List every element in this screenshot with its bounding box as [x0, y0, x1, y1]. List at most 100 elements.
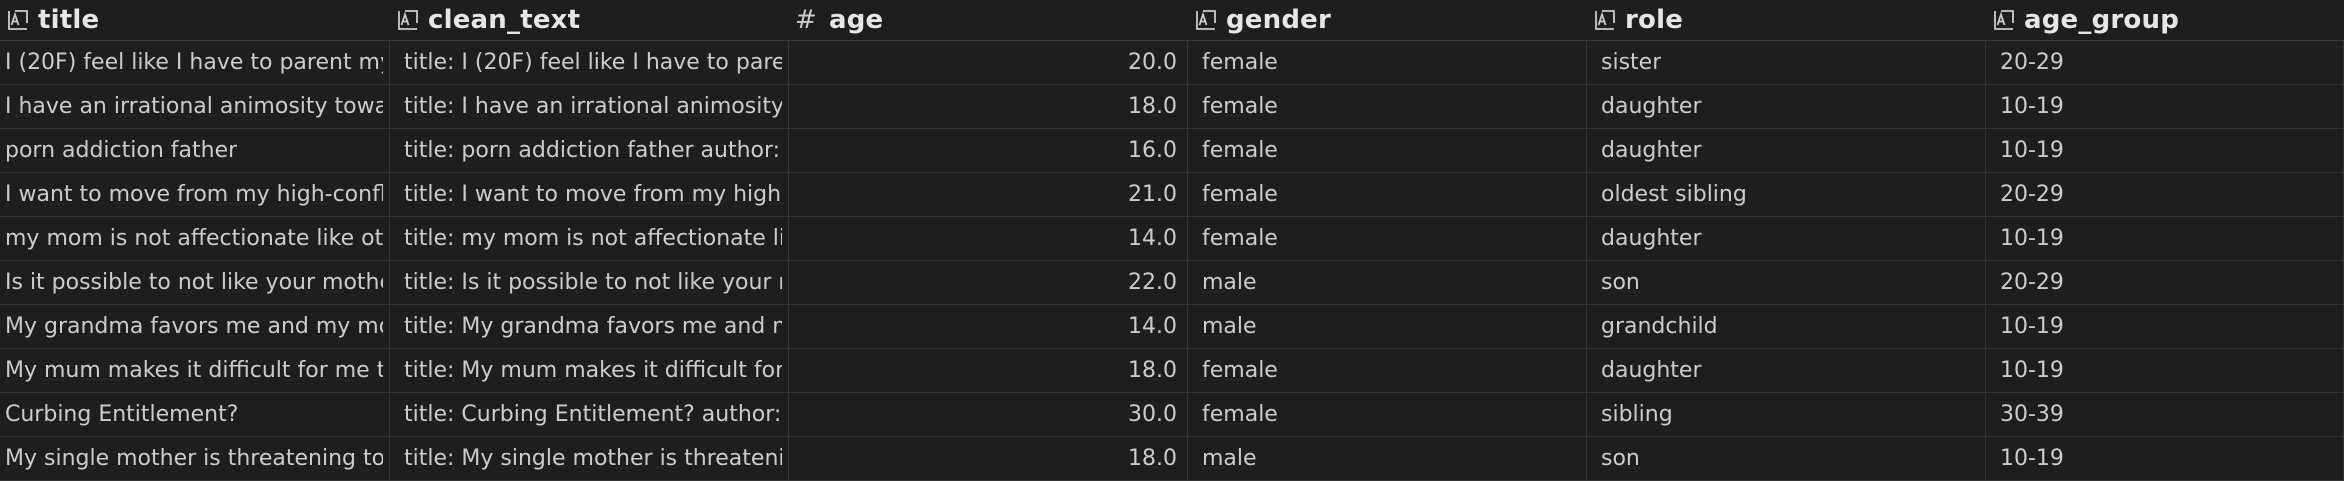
cell-title[interactable]: I (20F) feel like I have to parent my li [0, 41, 390, 85]
cell-value: daughter [1601, 358, 1702, 383]
cell-gender[interactable]: male [1188, 437, 1587, 481]
column-header-age[interactable]: # age [789, 0, 1188, 41]
cell-age[interactable]: 30.0 [789, 393, 1188, 437]
cell-value: female [1202, 226, 1278, 251]
cell-title[interactable]: My grandma favors me and my mon [0, 305, 390, 349]
cell-value: 10-19 [2000, 358, 2064, 383]
cell-gender[interactable]: female [1188, 129, 1587, 173]
cell-title[interactable]: I have an irrational animosity toward [0, 85, 390, 129]
cell-clean-text[interactable]: title: my mom is not affectionate like [390, 217, 789, 261]
cell-gender[interactable]: female [1188, 41, 1587, 85]
cell-age-group[interactable]: 10-19 [1986, 437, 2344, 481]
cell-value: 16.0 [1128, 138, 1177, 163]
cell-gender[interactable]: female [1188, 217, 1587, 261]
cell-title[interactable]: My mum makes it difficult for me to [0, 349, 390, 393]
cell-age-group[interactable]: 30-39 [1986, 393, 2344, 437]
cell-age-group[interactable]: 10-19 [1986, 217, 2344, 261]
cell-value: male [1202, 314, 1257, 339]
cell-value: title: My single mother is threatening [404, 446, 782, 471]
cell-clean-text[interactable]: title: My grandma favors me and my [390, 305, 789, 349]
cell-value: title: porn addiction father author: th [404, 138, 782, 163]
column-header-label: age [829, 5, 884, 35]
cell-value: 18.0 [1128, 358, 1177, 383]
cell-value: 14.0 [1128, 226, 1177, 251]
cell-value: daughter [1601, 138, 1702, 163]
cell-role[interactable]: oldest sibling [1587, 173, 1986, 217]
cell-value: female [1202, 402, 1278, 427]
cell-clean-text[interactable]: title: My single mother is threatening [390, 437, 789, 481]
cell-gender[interactable]: female [1188, 393, 1587, 437]
cell-title[interactable]: Is it possible to not like your mother [0, 261, 390, 305]
cell-value: 14.0 [1128, 314, 1177, 339]
cell-value: 18.0 [1128, 446, 1177, 471]
cell-clean-text[interactable]: title: Curbing Entitlement? author: Gr [390, 393, 789, 437]
cell-age[interactable]: 20.0 [789, 41, 1188, 85]
cell-age[interactable]: 22.0 [789, 261, 1188, 305]
cell-value: 10-19 [2000, 446, 2064, 471]
cell-role[interactable]: daughter [1587, 217, 1986, 261]
cell-role[interactable]: son [1587, 437, 1986, 481]
cell-value: title: my mom is not affectionate like [404, 226, 782, 251]
cell-role[interactable]: son [1587, 261, 1986, 305]
cell-value: 10-19 [2000, 314, 2064, 339]
cell-age[interactable]: 14.0 [789, 305, 1188, 349]
cell-value: 22.0 [1128, 270, 1177, 295]
cell-age[interactable]: 18.0 [789, 437, 1188, 481]
cell-role[interactable]: sibling [1587, 393, 1986, 437]
cell-gender[interactable]: female [1188, 85, 1587, 129]
cell-gender[interactable]: female [1188, 173, 1587, 217]
cell-role[interactable]: daughter [1587, 85, 1986, 129]
cell-value: oldest sibling [1601, 182, 1747, 207]
cell-clean-text[interactable]: title: Is it possible to not like your m… [390, 261, 789, 305]
cell-value: title: I have an irrational animosity to [404, 94, 782, 119]
column-header-title[interactable]: title [0, 0, 390, 41]
cell-age-group[interactable]: 10-19 [1986, 85, 2344, 129]
cell-role[interactable]: daughter [1587, 129, 1986, 173]
cell-title[interactable]: my mom is not affectionate like othe [0, 217, 390, 261]
cell-value: My mum makes it difficult for me to [5, 358, 383, 383]
cell-age-group[interactable]: 20-29 [1986, 41, 2344, 85]
cell-age[interactable]: 21.0 [789, 173, 1188, 217]
cell-value: 10-19 [2000, 226, 2064, 251]
cell-value: 30-39 [2000, 402, 2064, 427]
cell-age[interactable]: 16.0 [789, 129, 1188, 173]
cell-title[interactable]: Curbing Entitlement? [0, 393, 390, 437]
cell-role[interactable]: sister [1587, 41, 1986, 85]
cell-clean-text[interactable]: title: I have an irrational animosity to [390, 85, 789, 129]
cell-age-group[interactable]: 20-29 [1986, 173, 2344, 217]
cell-value: female [1202, 358, 1278, 383]
cell-age[interactable]: 18.0 [789, 85, 1188, 129]
text-type-icon [6, 8, 30, 32]
column-header-age-group[interactable]: age_group [1986, 0, 2344, 41]
cell-clean-text[interactable]: title: My mum makes it difficult for m [390, 349, 789, 393]
cell-gender[interactable]: female [1188, 349, 1587, 393]
column-header-role[interactable]: role [1587, 0, 1986, 41]
cell-age-group[interactable]: 10-19 [1986, 305, 2344, 349]
cell-gender[interactable]: male [1188, 261, 1587, 305]
cell-value: 20-29 [2000, 182, 2064, 207]
cell-value: My single mother is threatening to k [5, 446, 383, 471]
cell-value: title: My mum makes it difficult for m [404, 358, 782, 383]
text-type-icon [1593, 8, 1617, 32]
cell-title[interactable]: porn addiction father [0, 129, 390, 173]
cell-value: daughter [1601, 94, 1702, 119]
cell-age-group[interactable]: 20-29 [1986, 261, 2344, 305]
cell-clean-text[interactable]: title: I (20F) feel like I have to paren… [390, 41, 789, 85]
cell-value: I (20F) feel like I have to parent my li [5, 50, 383, 75]
cell-age-group[interactable]: 10-19 [1986, 349, 2344, 393]
cell-gender[interactable]: male [1188, 305, 1587, 349]
cell-value: 18.0 [1128, 94, 1177, 119]
cell-age[interactable]: 14.0 [789, 217, 1188, 261]
cell-age[interactable]: 18.0 [789, 349, 1188, 393]
cell-role[interactable]: grandchild [1587, 305, 1986, 349]
cell-title[interactable]: I want to move from my high-confli [0, 173, 390, 217]
column-header-gender[interactable]: gender [1188, 0, 1587, 41]
cell-role[interactable]: daughter [1587, 349, 1986, 393]
cell-age-group[interactable]: 10-19 [1986, 129, 2344, 173]
cell-clean-text[interactable]: title: porn addiction father author: th [390, 129, 789, 173]
number-type-icon: # [795, 5, 817, 35]
cell-clean-text[interactable]: title: I want to move from my high-co [390, 173, 789, 217]
cell-title[interactable]: My single mother is threatening to k [0, 437, 390, 481]
cell-value: title: I want to move from my high-co [404, 182, 782, 207]
column-header-clean-text[interactable]: clean_text [390, 0, 789, 41]
